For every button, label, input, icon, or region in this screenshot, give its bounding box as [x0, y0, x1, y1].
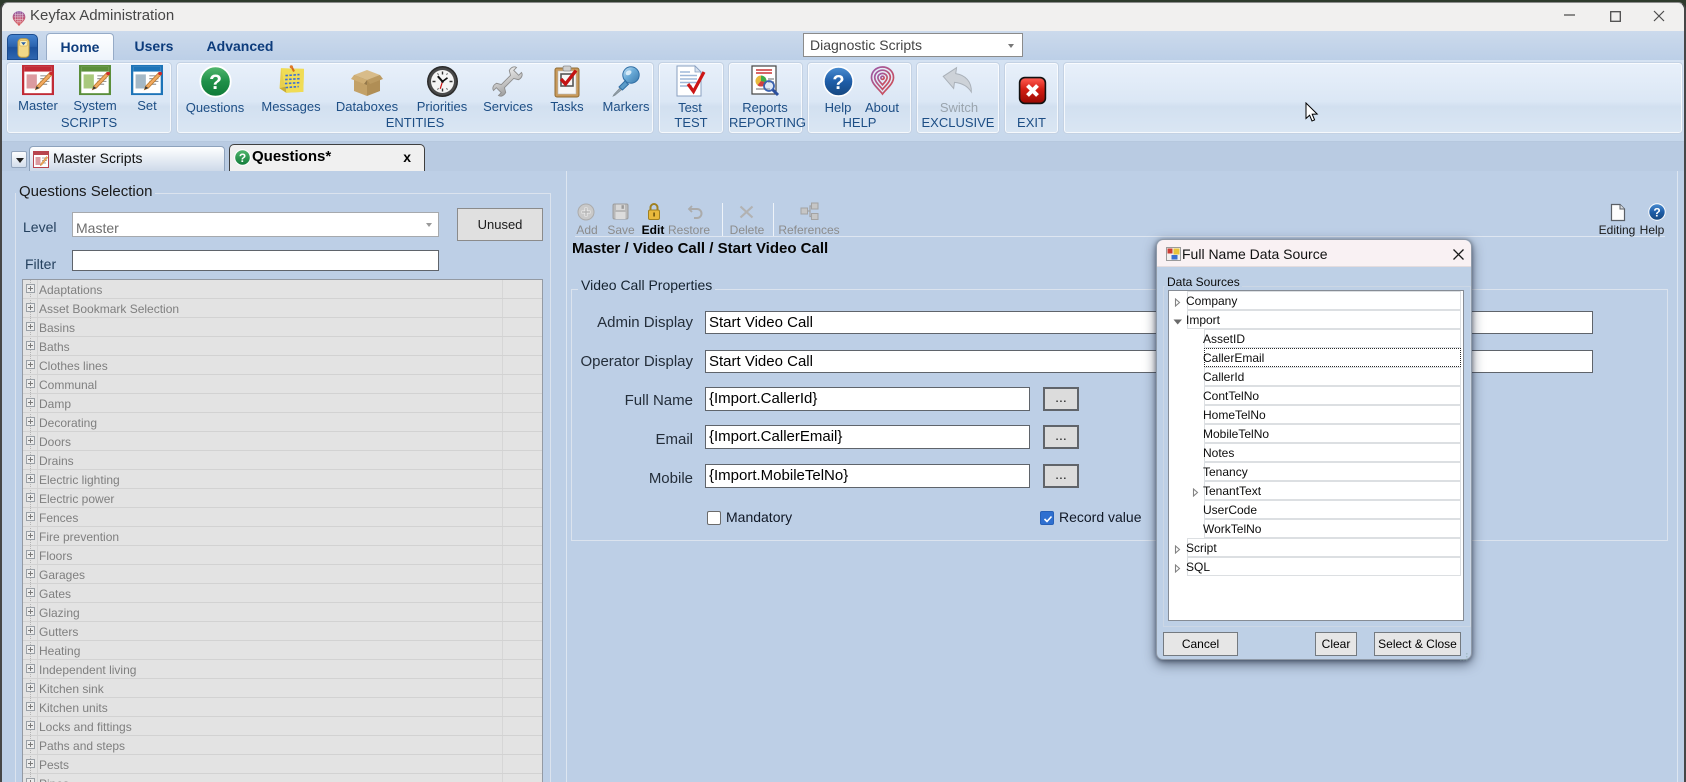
svg-text:?: ? — [209, 71, 222, 94]
svg-text:?: ? — [1653, 206, 1660, 220]
svg-text:?: ? — [239, 151, 246, 165]
svg-text:?: ? — [832, 72, 844, 94]
